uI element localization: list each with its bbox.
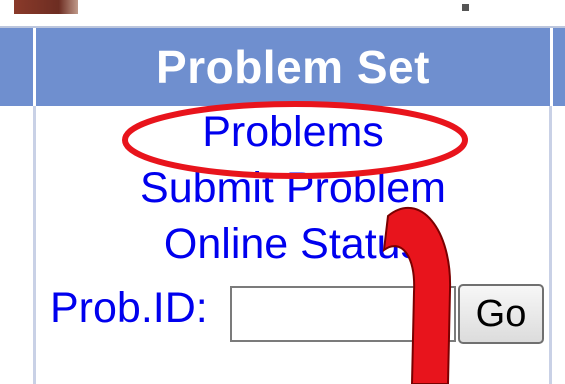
prob-id-input[interactable] bbox=[230, 286, 456, 342]
left-column bbox=[0, 106, 36, 384]
submit-problem-link[interactable]: Submit Problem bbox=[36, 164, 550, 213]
prob-id-label: Prob.ID: bbox=[50, 284, 208, 332]
panel-title: Problem Set bbox=[156, 41, 430, 93]
banner-mark bbox=[462, 4, 469, 11]
banner-image-fragment bbox=[14, 0, 78, 14]
problems-link[interactable]: Problems bbox=[36, 108, 550, 157]
online-status-link[interactable]: Online Status bbox=[36, 220, 550, 269]
problem-set-panel: Problem Set Problems Submit Problem Onli… bbox=[0, 0, 565, 384]
top-banner-strip bbox=[0, 0, 565, 26]
header-cell-border-right bbox=[550, 28, 553, 106]
go-button[interactable]: Go bbox=[458, 284, 544, 344]
